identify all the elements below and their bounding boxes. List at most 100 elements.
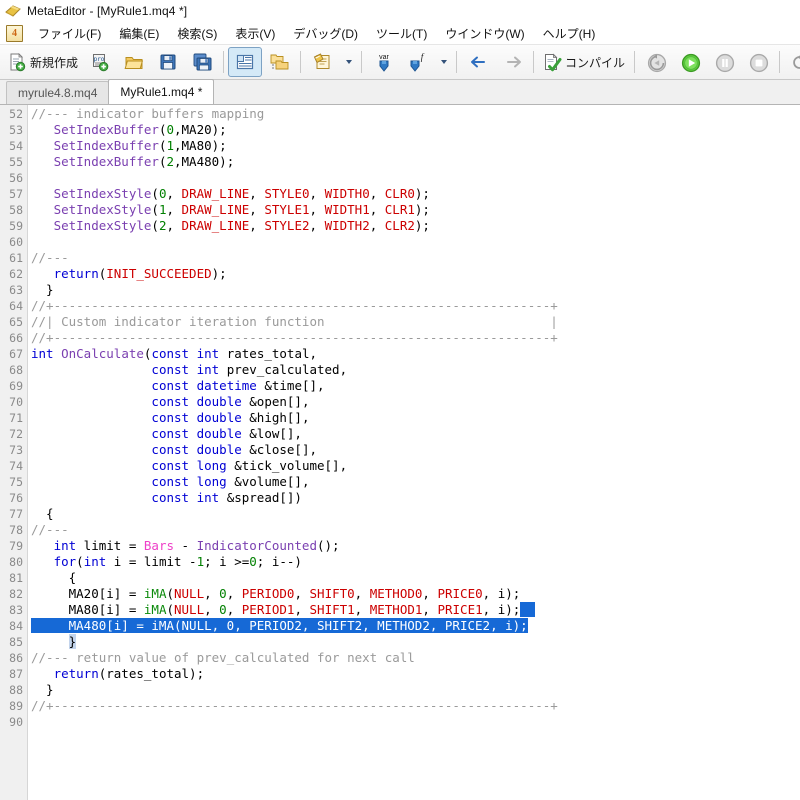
code-line[interactable]: int limit = Bars - IndicatorCounted(); [28, 538, 800, 554]
navigator-toggle-button[interactable] [228, 47, 263, 77]
code-line[interactable]: for(int i = limit -1; i >=0; i--) [28, 554, 800, 570]
navigate-back-button[interactable] [461, 47, 495, 77]
tab-myrule48[interactable]: myrule4.8.mq4 [6, 81, 110, 104]
line-number: 82 [9, 587, 23, 601]
code-line[interactable]: const long &volume[], [28, 474, 800, 490]
code-line[interactable]: const double &close[], [28, 442, 800, 458]
code-line[interactable]: MA80[i] = iMA(NULL, 0, PERIOD1, SHIFT1 , … [28, 602, 800, 618]
code-token: , [309, 186, 325, 201]
menu-edit[interactable]: 編集(E) [110, 23, 168, 44]
line-number: 85 [9, 635, 23, 649]
pause-button[interactable] [707, 47, 741, 77]
code-line[interactable] [28, 234, 800, 250]
navigate-forward-button[interactable] [495, 47, 529, 77]
code-line[interactable]: return(rates_total); [28, 666, 800, 682]
new-file-icon [7, 52, 27, 72]
code-token: , [249, 218, 265, 233]
menu-window[interactable]: ウインドウ(W) [436, 23, 533, 44]
menu-view[interactable]: 表示(V) [226, 23, 284, 44]
code-line[interactable]: //+-------------------------------------… [28, 298, 800, 314]
code-line[interactable]: //+-------------------------------------… [28, 330, 800, 346]
code-line[interactable]: MA480[i] = iMA(NULL, 0, PERIOD2, SHIFT2,… [28, 618, 800, 634]
insert-function-dropdown-button[interactable] [434, 47, 452, 77]
save-all-button[interactable] [185, 47, 219, 77]
stop-button[interactable] [741, 47, 775, 77]
code-line[interactable]: } [28, 682, 800, 698]
insert-variable-button[interactable]: var [366, 47, 400, 77]
code-line[interactable]: SetIndexStyle(0, DRAW_LINE, STYLE0, WIDT… [28, 186, 800, 202]
menu-tools[interactable]: ツール(T) [367, 23, 436, 44]
code-line[interactable]: const int &spread[]) [28, 490, 800, 506]
code-editor[interactable]: 52 53 54 55 56 57 58 59 60 61 62 63 64 65 66 67 68 69 70 71… [0, 105, 800, 800]
tab-label: MyRule1.mq4 * [120, 85, 203, 99]
code-token: , [309, 202, 325, 217]
code-line[interactable]: //--- [28, 250, 800, 266]
code-token: ( [166, 586, 174, 601]
code-token: const [151, 362, 190, 377]
code-token: //--- return value of prev_calculated fo… [31, 650, 415, 665]
menu-help[interactable]: ヘルプ(H) [534, 23, 605, 44]
code-line[interactable]: //+-------------------------------------… [28, 698, 800, 714]
tab-myrule1[interactable]: MyRule1.mq4 * [108, 79, 215, 104]
folders-button[interactable] [262, 47, 296, 77]
code-line[interactable]: SetIndexBuffer(2,MA480); [28, 154, 800, 170]
code-line[interactable]: //--- return value of prev_calculated fo… [28, 650, 800, 666]
code-text-area[interactable]: //--- indicator buffers mapping SetIndex… [28, 105, 800, 800]
code-line[interactable]: const double &high[], [28, 410, 800, 426]
code-token: ( [151, 202, 159, 217]
code-line[interactable]: SetIndexBuffer(1,MA80); [28, 138, 800, 154]
new-file-button[interactable]: 新規作成 [3, 47, 83, 77]
code-line[interactable]: const int prev_calculated, [28, 362, 800, 378]
code-line[interactable]: const double &open[], [28, 394, 800, 410]
main-toolbar: 新規作成 pro var f コンパイル [0, 44, 800, 80]
code-line[interactable]: } [28, 282, 800, 298]
toolbar-separator-3 [361, 51, 363, 73]
properties-button[interactable] [305, 47, 339, 77]
menu-file[interactable]: ファイル(F) [29, 23, 110, 44]
navigator-panel-icon [235, 52, 255, 72]
code-line[interactable]: SetIndexBuffer(0,MA20); [28, 122, 800, 138]
code-line[interactable]: const double &low[], [28, 426, 800, 442]
code-token: MA80 [181, 138, 212, 153]
code-line[interactable]: return(INIT_SUCCEEDED); [28, 266, 800, 282]
code-line[interactable]: SetIndexStyle(2, DRAW_LINE, STYLE2, WIDT… [28, 218, 800, 234]
code-token: rates_total, [219, 346, 318, 361]
menu-search[interactable]: 検索(S) [168, 23, 226, 44]
code-token: , [369, 186, 385, 201]
code-line[interactable]: { [28, 570, 800, 586]
toolbar-separator-4 [456, 51, 458, 73]
code-line[interactable]: { [28, 506, 800, 522]
code-line[interactable]: //--- [28, 522, 800, 538]
insert-function-button[interactable]: f [400, 47, 434, 77]
code-line[interactable]: const datetime &time[], [28, 378, 800, 394]
code-line[interactable]: } [28, 634, 800, 650]
code-line[interactable]: //--- indicator buffers mapping [28, 106, 800, 122]
step-into-button[interactable] [784, 47, 800, 77]
code-token: NULL [174, 586, 205, 601]
line-number: 74 [9, 459, 23, 473]
menu-bar: 4 ファイル(F) 編集(E) 検索(S) 表示(V) デバッグ(D) ツール(… [0, 22, 800, 44]
code-line[interactable]: SetIndexStyle(1, DRAW_LINE, STYLE1, WIDT… [28, 202, 800, 218]
code-line[interactable]: const long &tick_volume[], [28, 458, 800, 474]
menu-debug[interactable]: デバッグ(D) [284, 23, 367, 44]
properties-dropdown-button[interactable] [339, 47, 357, 77]
start-button[interactable] [673, 47, 707, 77]
open-file-button[interactable] [117, 47, 151, 77]
compile-button[interactable]: コンパイル [538, 47, 630, 77]
create-project-button[interactable]: pro [83, 47, 117, 77]
code-line[interactable]: MA20[i] = iMA(NULL, 0, PERIOD0, SHIFT0 , … [28, 586, 800, 602]
code-line[interactable]: //| Custom indicator iteration function … [28, 314, 800, 330]
code-token: const [151, 458, 190, 473]
save-button[interactable] [151, 47, 185, 77]
code-line[interactable] [28, 714, 800, 730]
code-line[interactable]: int OnCalculate(const int rates_total, [28, 346, 800, 362]
code-line[interactable] [28, 170, 800, 186]
debug-history-button[interactable] [639, 47, 673, 77]
code-token: return [53, 666, 99, 681]
